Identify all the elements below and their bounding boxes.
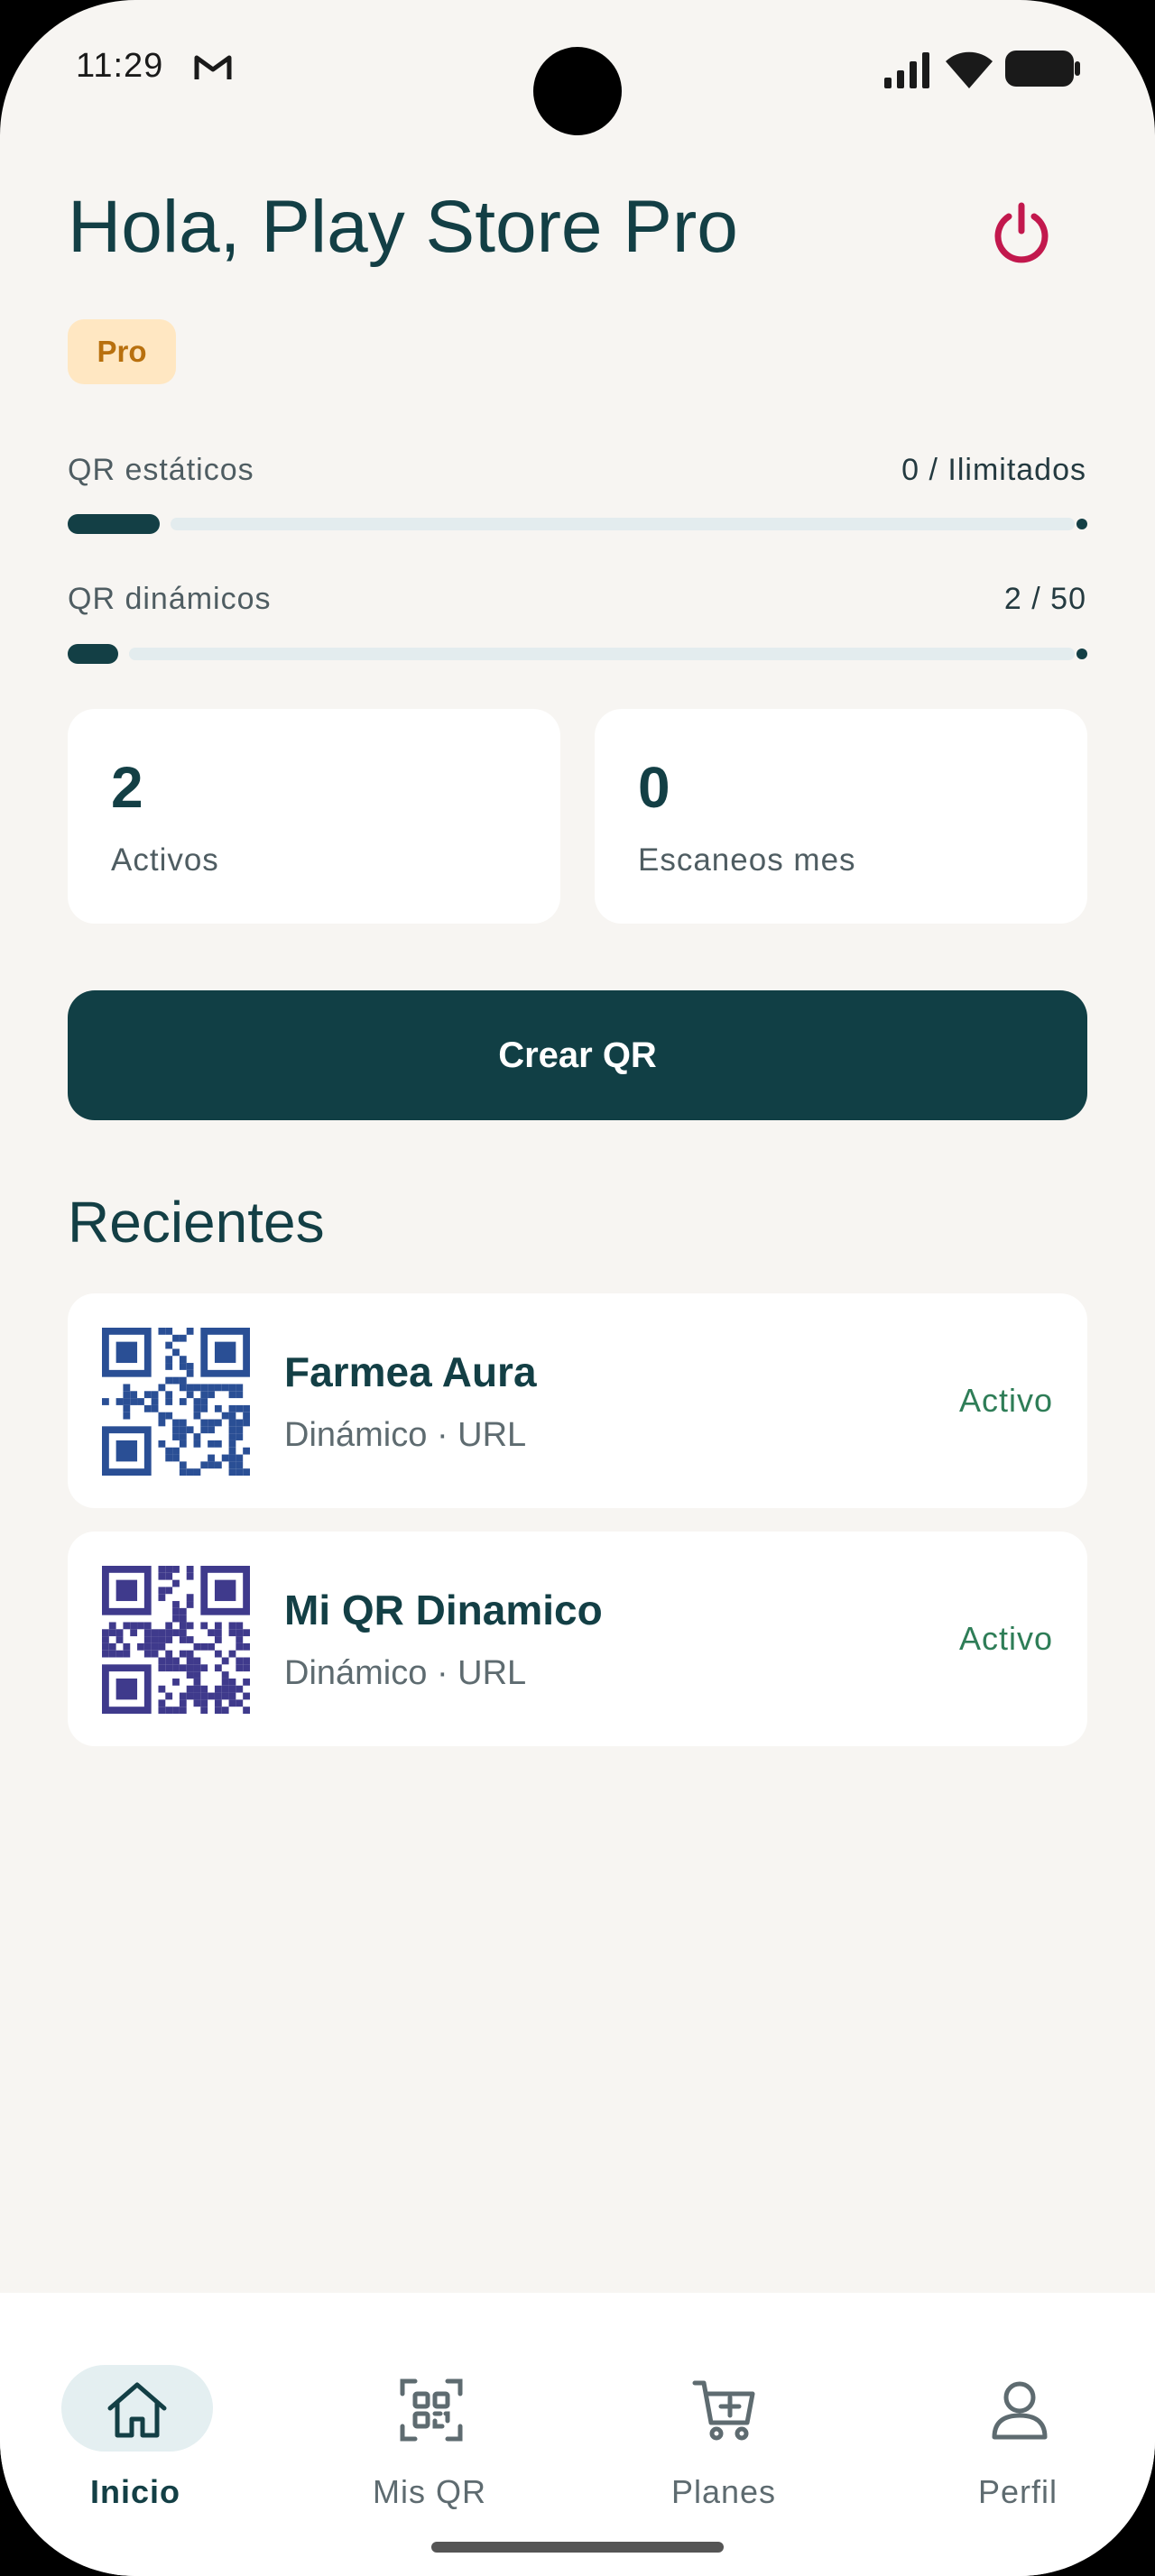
nav-item-inicio[interactable]: Inicio bbox=[36, 2325, 235, 2510]
qr-grid-icon bbox=[400, 2378, 463, 2442]
recent-section-title: Recientes bbox=[68, 1190, 325, 1255]
stat-value: 0 bbox=[638, 755, 670, 820]
cart-plus-icon bbox=[692, 2380, 755, 2441]
status-time: 11:29 bbox=[76, 47, 164, 85]
qr-item-name: Farmea Aura bbox=[284, 1348, 537, 1395]
nav-label: Mis QR bbox=[373, 2473, 486, 2510]
create-qr-button[interactable]: Crear QR bbox=[68, 990, 1087, 1120]
status-bar: 11:29 bbox=[0, 0, 1155, 135]
gmail-icon bbox=[194, 55, 232, 79]
wifi-icon bbox=[946, 51, 993, 88]
nav-label: Perfil bbox=[977, 2473, 1058, 2510]
bottom-navigation: Inicio Mis QR Planes Perfil bbox=[0, 2293, 1155, 2576]
signal-icon bbox=[884, 52, 929, 88]
camera-cutout bbox=[533, 47, 622, 135]
progress-fill bbox=[68, 514, 160, 534]
dynamic-qr-progress bbox=[68, 644, 1087, 664]
static-qr-value: 0 / Ilimitados bbox=[901, 453, 1086, 487]
app-screen: 11:29 Hola, Play Store Pro Pro QR estáti… bbox=[0, 0, 1155, 2576]
progress-fill bbox=[68, 644, 118, 664]
progress-end-dot bbox=[1076, 649, 1087, 659]
qr-item-name: Mi QR Dinamico bbox=[284, 1587, 603, 1633]
home-indicator bbox=[431, 2542, 724, 2553]
nav-label: Planes bbox=[670, 2473, 777, 2510]
qr-item-meta: Dinámico · URL bbox=[284, 1654, 527, 1692]
battery-icon bbox=[1005, 51, 1080, 87]
status-badge: Activo bbox=[958, 1382, 1053, 1419]
progress-track bbox=[129, 648, 1075, 660]
qr-code-thumbnail bbox=[102, 1328, 250, 1476]
nav-item-perfil[interactable]: Perfil bbox=[919, 2325, 1117, 2510]
nav-item-planes[interactable]: Planes bbox=[624, 2325, 823, 2510]
nav-label: Inicio bbox=[89, 2473, 180, 2510]
plan-badge: Pro bbox=[68, 319, 176, 384]
person-icon bbox=[992, 2381, 1048, 2440]
home-icon bbox=[107, 2382, 167, 2438]
stat-label: Escaneos mes bbox=[638, 842, 856, 878]
stat-label: Activos bbox=[111, 842, 219, 878]
progress-track bbox=[171, 518, 1075, 530]
status-badge: Activo bbox=[958, 1620, 1053, 1657]
dynamic-qr-value: 2 / 50 bbox=[1003, 582, 1086, 616]
logout-power-icon[interactable] bbox=[989, 200, 1054, 265]
progress-end-dot bbox=[1076, 519, 1087, 529]
nav-item-mis-qr[interactable]: Mis QR bbox=[330, 2325, 529, 2510]
recent-qr-item[interactable]: Mi QR Dinamico Dinámico · URL Activo bbox=[68, 1532, 1087, 1746]
qr-code-thumbnail bbox=[102, 1566, 250, 1714]
stat-value: 2 bbox=[111, 755, 143, 820]
stat-card-scans: 0 Escaneos mes bbox=[595, 709, 1087, 924]
recent-qr-item[interactable]: Farmea Aura Dinámico · URL Activo bbox=[68, 1293, 1087, 1508]
dynamic-qr-label: QR dinámicos bbox=[68, 582, 272, 616]
static-qr-label: QR estáticos bbox=[68, 453, 254, 487]
page-title: Hola, Play Store Pro bbox=[68, 186, 738, 268]
qr-item-meta: Dinámico · URL bbox=[284, 1416, 527, 1454]
static-qr-progress bbox=[68, 514, 1087, 534]
stat-card-active: 2 Activos bbox=[68, 709, 560, 924]
